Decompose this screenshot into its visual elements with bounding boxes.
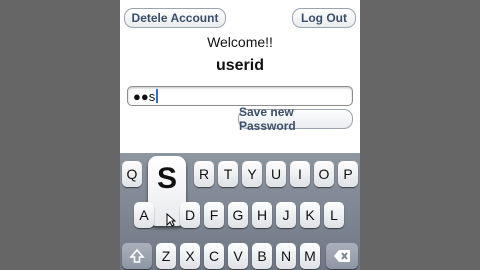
text-caret [156, 89, 159, 103]
password-value: ●●s [133, 88, 156, 104]
key-b[interactable]: B [252, 243, 272, 269]
shift-key[interactable] [122, 243, 152, 269]
shift-icon [129, 248, 145, 263]
key-g[interactable]: G [228, 202, 248, 228]
delete-account-button[interactable]: Detele Account [124, 8, 226, 28]
key-z[interactable]: Z [156, 243, 176, 269]
right-letterbox [360, 0, 480, 270]
phone-screen: Detele Account Log Out Welcome!! userid … [120, 0, 360, 270]
key-q[interactable]: Q [122, 161, 142, 187]
backspace-icon [334, 250, 350, 262]
backspace-key[interactable] [326, 243, 358, 269]
save-password-button[interactable]: Save new Password [238, 105, 353, 133]
key-x[interactable]: X [180, 243, 200, 269]
key-h[interactable]: H [252, 202, 272, 228]
pointer-cursor-icon [166, 213, 176, 227]
key-m[interactable]: M [300, 243, 320, 269]
key-y[interactable]: Y [242, 161, 262, 187]
password-input[interactable]: ●●s [127, 86, 353, 106]
welcome-text: Welcome!! [207, 34, 273, 50]
key-i[interactable]: I [290, 161, 310, 187]
keyboard: Q S R T Y U I O P A D F G H J K L Z X C … [120, 153, 360, 270]
key-d[interactable]: D [180, 202, 200, 228]
key-j[interactable]: J [276, 202, 296, 228]
key-n[interactable]: N [276, 243, 296, 269]
key-l[interactable]: L [324, 202, 344, 228]
key-a[interactable]: A [134, 202, 154, 228]
key-k[interactable]: K [300, 202, 320, 228]
logout-button[interactable]: Log Out [292, 8, 356, 28]
key-v[interactable]: V [228, 243, 248, 269]
key-f[interactable]: F [204, 202, 224, 228]
key-o[interactable]: O [314, 161, 334, 187]
left-letterbox [0, 0, 120, 270]
key-r[interactable]: R [194, 161, 214, 187]
username-label: userid [215, 57, 264, 74]
key-c[interactable]: C [204, 243, 224, 269]
account-panel: Detele Account Log Out Welcome!! userid … [120, 0, 360, 153]
key-u[interactable]: U [266, 161, 286, 187]
key-p[interactable]: P [338, 161, 358, 187]
key-t[interactable]: T [218, 161, 238, 187]
